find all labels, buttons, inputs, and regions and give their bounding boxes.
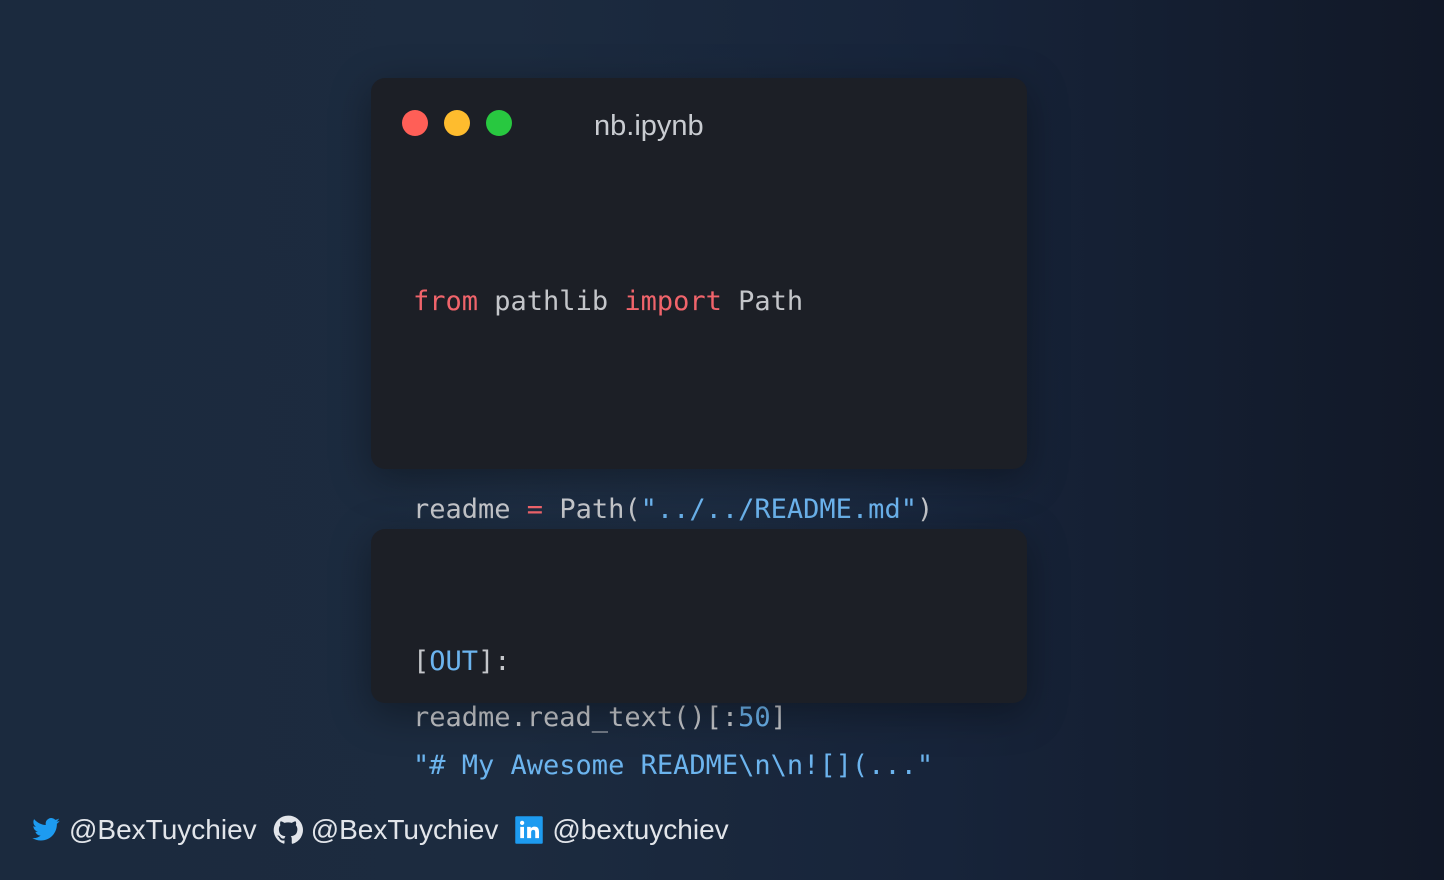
linkedin-icon	[514, 815, 544, 845]
twitter-link[interactable]: @BexTuychiev	[31, 814, 257, 846]
social-footer: @BexTuychiev @BexTuychiev @bextuychiev	[31, 810, 745, 850]
window-titlebar: nb.ipynb	[371, 78, 1027, 168]
output-label: [OUT]:	[413, 641, 933, 683]
keyword-from: from	[413, 286, 479, 317]
window-title: nb.ipynb	[594, 110, 704, 142]
close-paren: )	[916, 494, 934, 525]
maximize-window-dot[interactable]	[486, 110, 512, 136]
minimize-window-dot[interactable]	[444, 110, 470, 136]
output-label-open: [	[413, 646, 430, 677]
code-window: nb.ipynb from pathlib import Path readme…	[371, 78, 1027, 733]
imported-name: Path	[721, 286, 804, 317]
code-line-2: readme = Path("../../README.md")	[413, 489, 933, 531]
output-label-close: ]:	[478, 646, 511, 677]
close-window-dot[interactable]	[402, 110, 428, 136]
path-call: Path(	[543, 494, 641, 525]
output-label-text: OUT	[429, 646, 479, 677]
code-line-1: from pathlib import Path	[413, 281, 933, 323]
github-handle: @BexTuychiev	[310, 814, 499, 845]
assignment-operator: =	[526, 494, 544, 525]
variable-name: readme	[413, 494, 527, 525]
path-string: "../../README.md"	[640, 494, 917, 525]
github-icon	[273, 815, 303, 845]
linkedin-link[interactable]: @bextuychiev	[514, 814, 729, 846]
twitter-handle: @BexTuychiev	[69, 814, 257, 845]
output-value: "# My Awesome README\n\n![](..."	[413, 745, 933, 787]
twitter-icon	[31, 815, 61, 845]
module-name: pathlib	[478, 286, 625, 317]
output-block: [OUT]: "# My Awesome README\n\n![](..."	[413, 579, 933, 849]
output-window: [OUT]: "# My Awesome README\n\n![](..."	[371, 529, 1027, 781]
output-string: "# My Awesome README\n\n![](..."	[413, 750, 934, 781]
keyword-import: import	[624, 286, 722, 317]
github-link[interactable]: @BexTuychiev	[273, 814, 499, 846]
linkedin-handle: @bextuychiev	[552, 814, 729, 845]
